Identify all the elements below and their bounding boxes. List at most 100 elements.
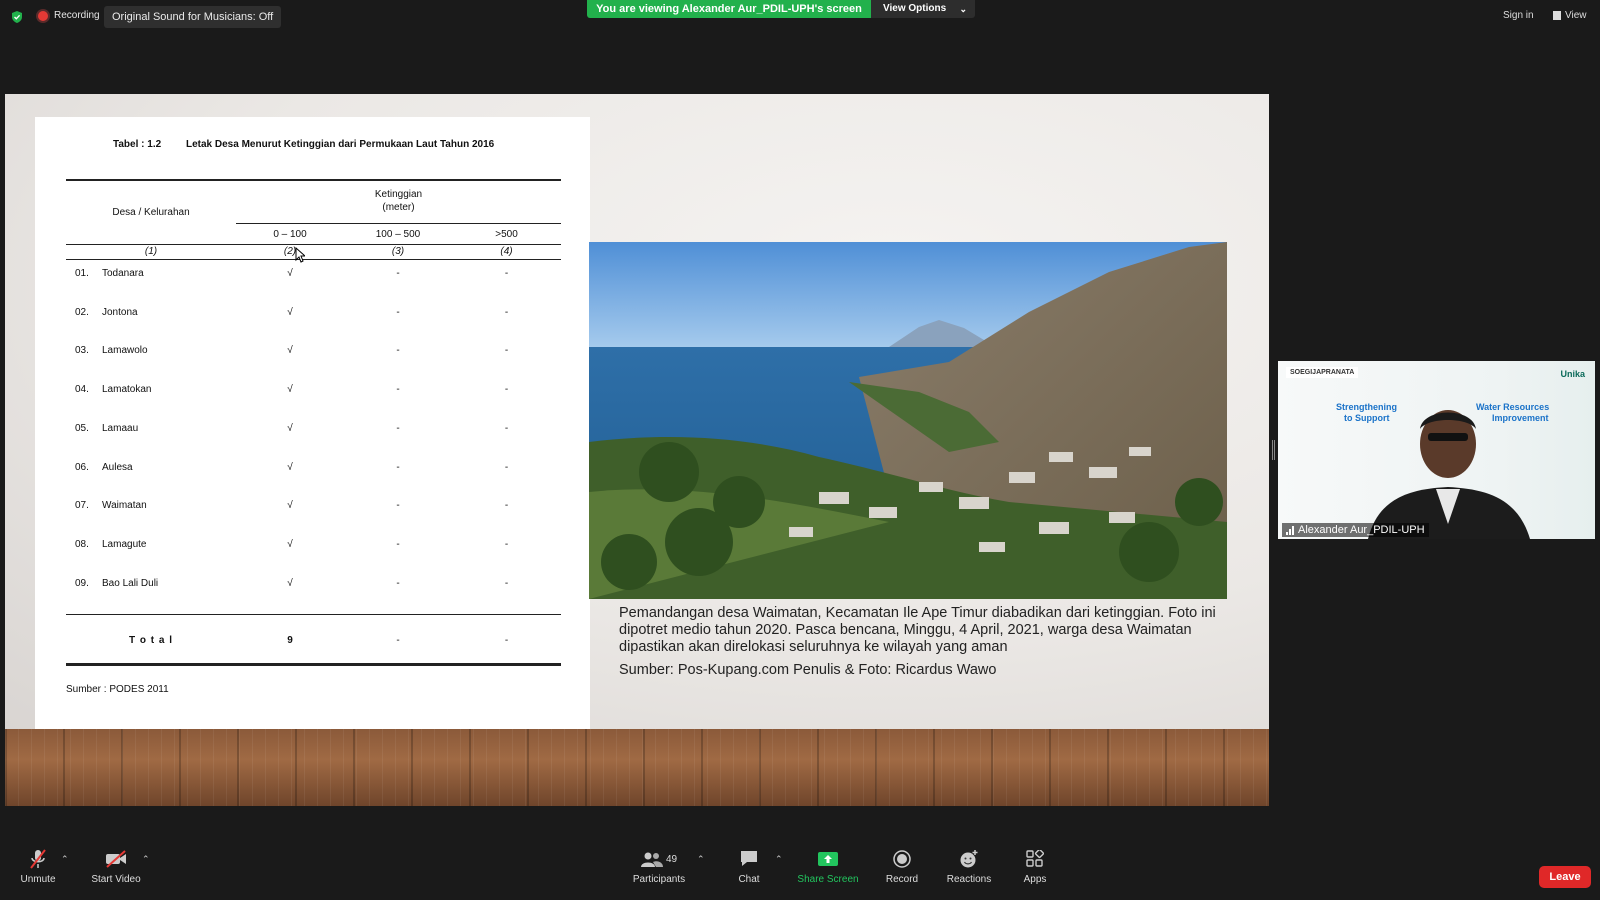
participant-name-label: Alexander Aur_PDIL-UPH <box>1282 523 1429 537</box>
row-village-name: Lamatokan <box>102 384 152 395</box>
chat-label: Chat <box>738 874 760 885</box>
participant-count: 49 <box>665 853 678 865</box>
unmute-button[interactable]: Unmute <box>18 848 58 885</box>
row-village-name: Bao Lali Duli <box>102 578 159 589</box>
original-sound-toggle[interactable]: Original Sound for Musicians: Off <box>104 6 282 28</box>
photo-source: Sumber: Pos-Kupang.com Penulis & Foto: R… <box>619 662 996 678</box>
subheader-100-500: 100 – 500 <box>375 229 421 240</box>
row-number: 06. <box>75 462 89 473</box>
subheader-500-plus: >500 <box>495 229 518 240</box>
col-number-3: (3) <box>391 246 405 257</box>
view-button[interactable]: View <box>1553 10 1587 21</box>
waimatan-village-photo <box>589 242 1227 599</box>
apps-icon <box>1026 850 1044 867</box>
viewing-screen-banner: You are viewing Alexander Aur_PDIL-UPH's… <box>587 0 871 18</box>
table-document: Tabel : 1.2 Letak Desa Menurut Ketinggian… <box>35 117 590 729</box>
row-village-name: Lamagute <box>102 539 147 550</box>
row-value-100-500: - <box>396 500 400 511</box>
row-value-500-plus: - <box>504 423 509 434</box>
participants-options-caret[interactable]: ⌃ <box>697 854 705 865</box>
row-value-500-plus: - <box>504 539 509 550</box>
table-title: Tabel : 1.2 Letak Desa Menurut Ketinggian… <box>113 139 494 150</box>
recording-indicator[interactable]: Recording <box>38 10 100 21</box>
row-village-name: Jontona <box>102 307 138 318</box>
total-value-3: - <box>504 635 509 646</box>
row-number: 02. <box>75 307 89 318</box>
table-title-text: Letak Desa Menurut Ketinggian dari Permu… <box>186 139 495 150</box>
row-number: 04. <box>75 384 89 395</box>
sign-in-button[interactable]: Sign in <box>1503 10 1534 21</box>
participants-button[interactable]: 49 Participants <box>628 848 690 885</box>
shield-icon[interactable] <box>10 10 24 24</box>
header-bottom-rule <box>66 244 561 245</box>
row-value-0-100: √ <box>287 462 293 473</box>
share-screen-button[interactable]: Share Screen <box>795 848 861 885</box>
row-value-100-500: - <box>396 539 400 550</box>
row-value-500-plus: - <box>504 345 509 356</box>
participants-icon <box>640 852 663 867</box>
meeting-top-bar: Recording Original Sound for Musicians: … <box>0 0 1600 34</box>
shared-screen[interactable]: Tabel : 1.2 Letak Desa Menurut Ketinggian… <box>5 94 1269 806</box>
table-source: Sumber : PODES 2011 <box>66 684 169 695</box>
start-video-button[interactable]: Start Video <box>88 848 144 885</box>
row-number: 03. <box>75 345 89 356</box>
row-value-500-plus: - <box>504 500 509 511</box>
row-village-name: Lamaau <box>102 423 139 434</box>
muted-microphone-icon <box>30 849 46 869</box>
row-value-100-500: - <box>396 307 400 318</box>
participant-person <box>1368 410 1530 539</box>
photo-source-prefix: Sumber: <box>619 662 678 678</box>
row-value-0-100: √ <box>287 500 293 511</box>
row-value-0-100: √ <box>287 384 293 395</box>
video-off-icon <box>106 850 126 868</box>
share-screen-label: Share Screen <box>797 874 859 885</box>
header-meter: (meter) <box>382 202 415 213</box>
recording-dot-icon <box>38 10 48 21</box>
total-label: T o t a l <box>129 635 173 646</box>
apps-button[interactable]: Apps <box>1020 848 1050 885</box>
reactions-icon <box>960 850 978 868</box>
record-button[interactable]: Record <box>884 848 920 885</box>
share-screen-icon <box>818 852 838 866</box>
subheader-0-100: 0 – 100 <box>273 229 307 240</box>
row-value-500-plus: - <box>504 307 509 318</box>
recording-label: Recording <box>54 10 100 21</box>
chat-options-caret[interactable]: ⌃ <box>775 854 783 865</box>
row-value-100-500: - <box>396 345 400 356</box>
col-number-4: (4) <box>500 246 513 257</box>
total-value-1: 9 <box>287 635 293 646</box>
total-top-rule <box>66 614 561 615</box>
row-value-0-100: √ <box>287 345 293 356</box>
participant-video-tile[interactable]: SOEGIJAPRANATA Unika Strengthening Water… <box>1278 361 1595 539</box>
chevron-down-icon: ⌄ <box>959 4 967 14</box>
row-village-name: Waimatan <box>102 500 147 511</box>
row-number: 07. <box>75 500 89 511</box>
row-village-name: Lamawolo <box>102 345 148 356</box>
chat-button[interactable]: Chat <box>732 848 766 885</box>
row-value-500-plus: - <box>504 268 509 279</box>
col-number-1: (1) <box>144 246 158 257</box>
panel-resize-handle[interactable] <box>1272 440 1275 460</box>
view-options-button[interactable]: View Options ⌄ <box>871 0 975 18</box>
row-value-0-100: √ <box>287 268 293 279</box>
audio-options-caret[interactable]: ⌃ <box>61 854 69 865</box>
start-video-label: Start Video <box>91 874 141 885</box>
wood-floor-background <box>5 729 1269 806</box>
mouse-cursor-icon <box>295 247 305 263</box>
row-number: 08. <box>75 539 89 550</box>
unmute-label: Unmute <box>20 874 56 885</box>
participant-name: Alexander Aur_PDIL-UPH <box>1298 524 1425 536</box>
row-value-0-100: √ <box>287 578 293 589</box>
header-ketinggian: Ketinggian <box>374 189 423 200</box>
pos-kupang-link[interactable]: Pos-Kupang.com <box>678 662 789 678</box>
background-logo-right: Unika <box>1560 369 1585 379</box>
signal-bars-icon <box>1286 525 1294 535</box>
leave-button[interactable]: Leave <box>1539 866 1591 888</box>
total-bottom-rule <box>66 663 561 666</box>
video-options-caret[interactable]: ⌃ <box>142 854 150 865</box>
row-number: 09. <box>75 578 89 589</box>
subheader-rule <box>236 223 561 224</box>
reactions-button[interactable]: Reactions <box>946 848 992 885</box>
row-value-500-plus: - <box>504 384 509 395</box>
row-value-100-500: - <box>396 462 400 473</box>
